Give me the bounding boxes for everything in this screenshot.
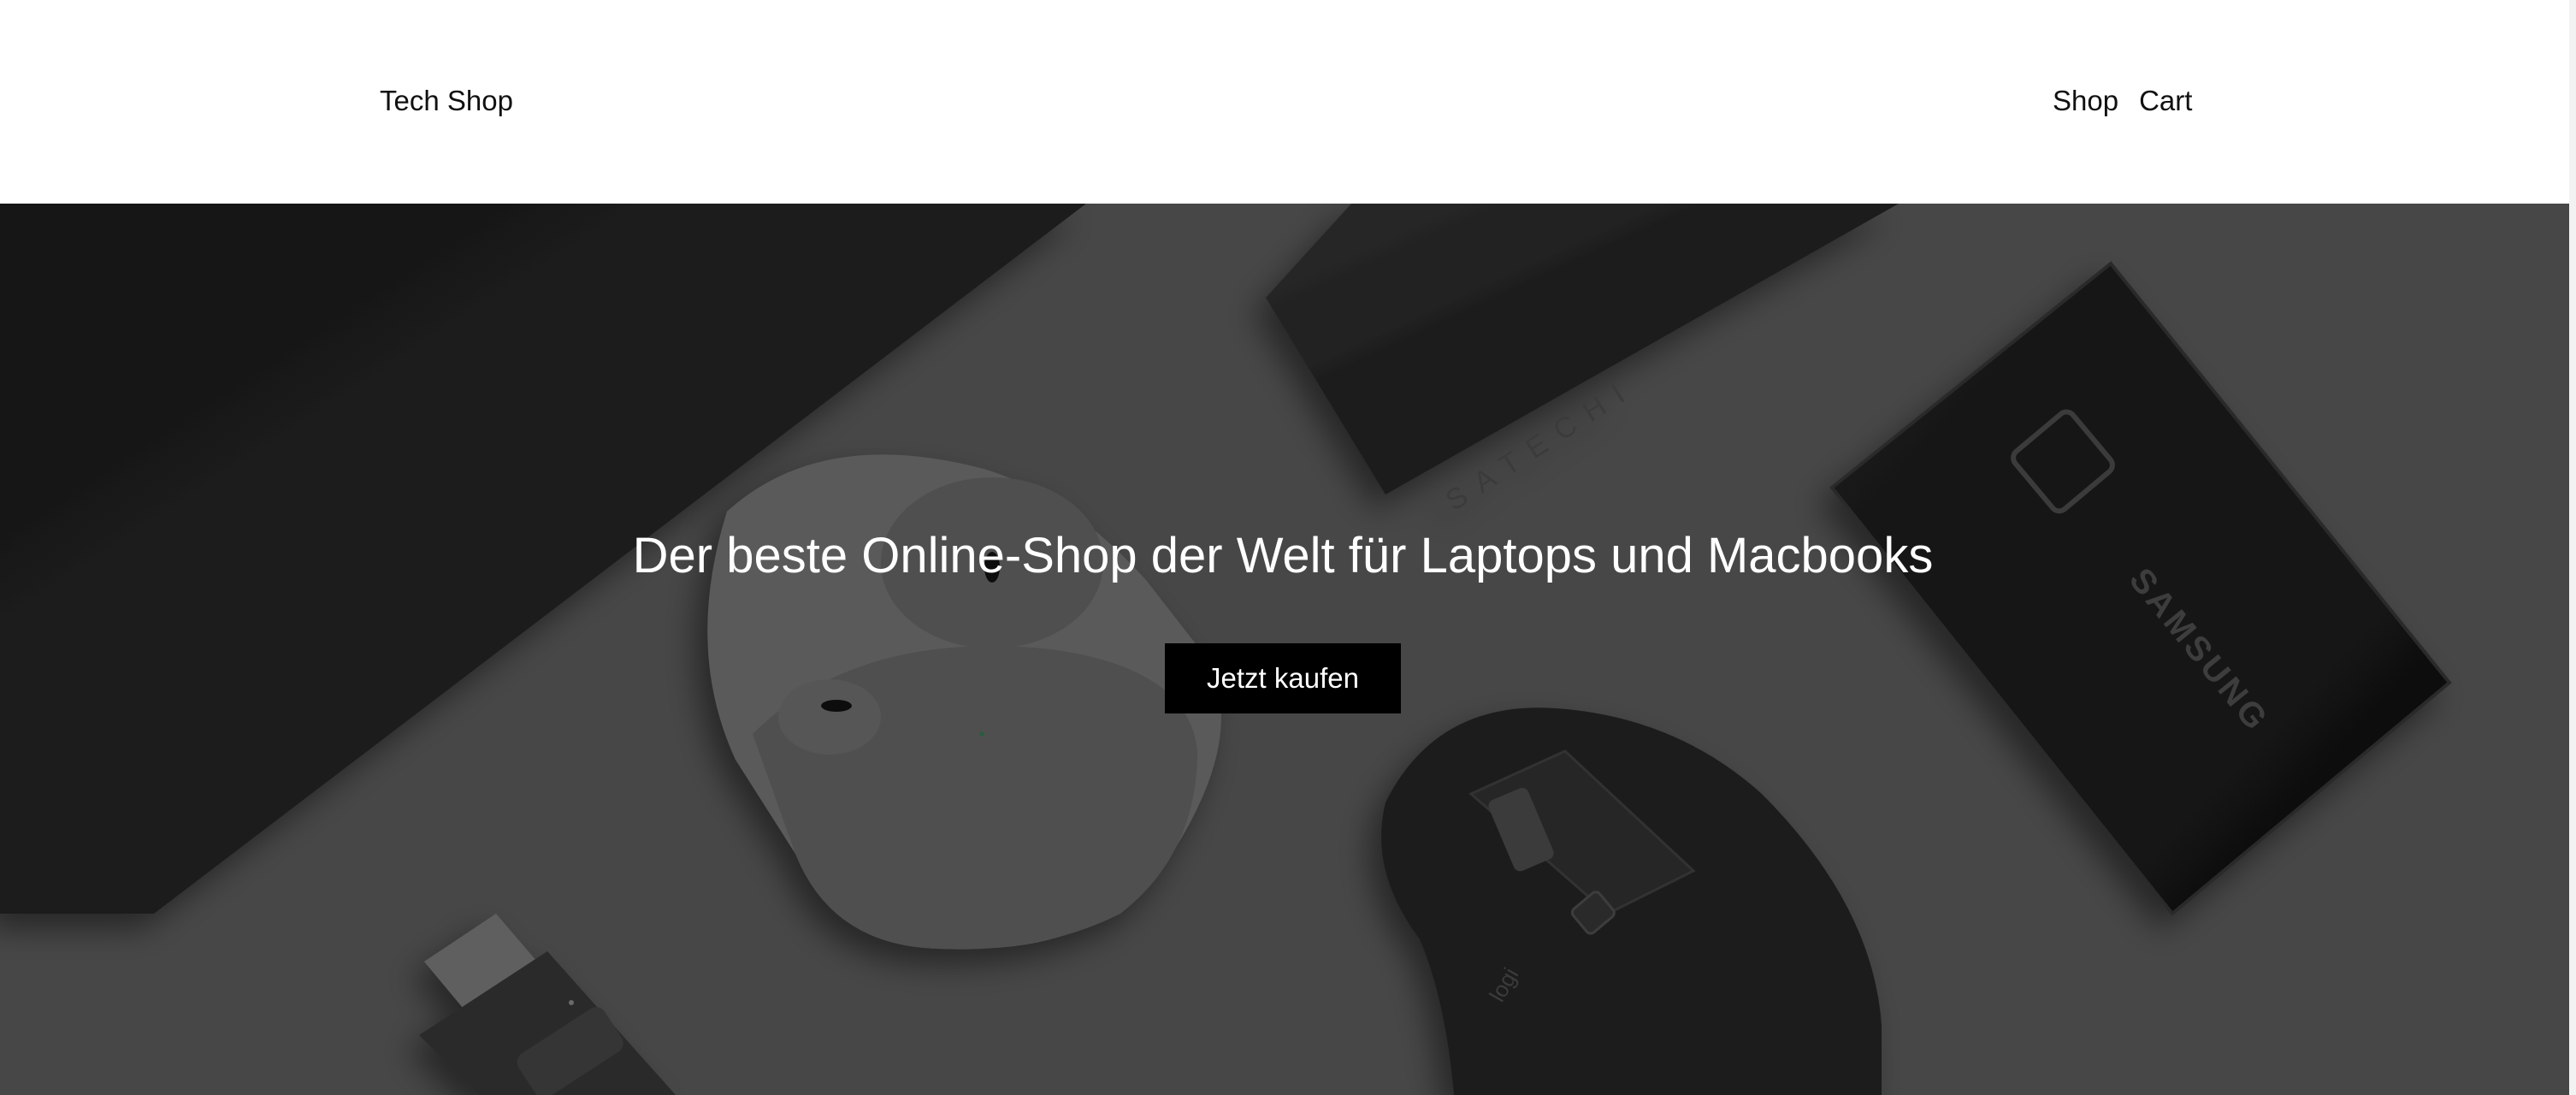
ssd-shape: SAMSUNG [1829,261,2452,916]
usb-adapter-shape [419,914,676,1095]
main-nav: Shop Cart [2053,82,2192,120]
page: Tech Shop Shop Cart SATECHI SAMSUNG logi… [0,0,2569,1095]
nav-link-cart[interactable]: Cart [2139,82,2192,120]
mouse-shape: logi [1381,707,1882,1095]
brand-logo-link[interactable]: Tech Shop [380,82,513,120]
site-header: Tech Shop Shop Cart [0,0,2569,204]
scrollbar-gutter[interactable] [2569,0,2576,1095]
usb-hub-shape: SATECHI [1266,204,1899,518]
buy-now-button[interactable]: Jetzt kaufen [1165,643,1401,713]
hero-section: SATECHI SAMSUNG logi Der beste Online-Sh… [0,204,2569,1095]
hero-title: Der beste Online-Shop der Welt für Lapto… [632,528,1934,583]
nav-link-shop[interactable]: Shop [2053,82,2118,120]
